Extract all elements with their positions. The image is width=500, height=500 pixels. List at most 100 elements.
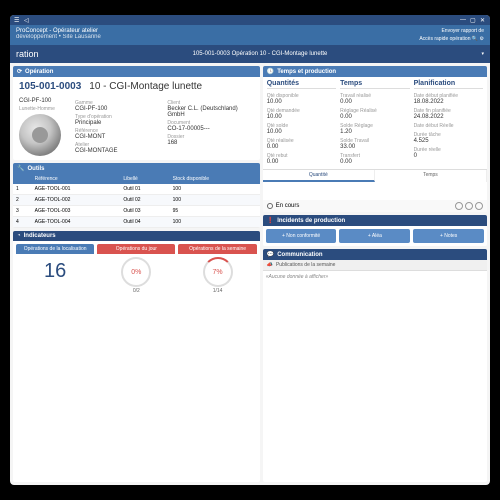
indicators-panel-title: Indicateurs (24, 233, 56, 239)
status-dot-icon (267, 203, 273, 209)
comm-panel: 💬Communication 📣Publications de la semai… (263, 249, 487, 482)
qp-row: Date début planifiée18.08.2022 (414, 91, 483, 105)
app-header: ProConcept - Opérateur atelier développe… (10, 25, 490, 45)
qp-row: Travail réalisé0.00 (340, 91, 409, 105)
ind-week-gauge: 7% (203, 257, 233, 287)
breadcrumb: 105-001-0003 Opération 10 - CGI-Montage … (193, 51, 328, 57)
incidents-title: Incidents de production (277, 218, 345, 224)
col-lib[interactable]: Libellé (120, 174, 169, 184)
table-row[interactable]: 4AGE-TOOL-004Outil 04100 (13, 217, 260, 228)
tab-time[interactable]: Temps (375, 170, 487, 182)
status-text: En cours (276, 203, 300, 209)
tools-panel-title: Outils (27, 166, 44, 172)
qp-row: Solde Réglage1.20 (340, 121, 409, 135)
ind-week-sub: 1/14 (178, 288, 256, 296)
page-titlebar: ration 105-001-0003 Opération 10 - CGI-M… (10, 45, 490, 63)
app-context: développement • Site Lausanne (16, 34, 101, 40)
tab-qty[interactable]: Quantité (263, 170, 375, 182)
notes-label: Notes (444, 233, 457, 239)
dossier-value: 168 (167, 140, 253, 146)
plan-header: Planification (414, 80, 483, 89)
qp-row: Qté réalisée0.00 (267, 136, 336, 150)
settings-icon[interactable]: ⚙ (480, 36, 484, 42)
doc-value: CO-17-00005--- (167, 126, 253, 132)
col-ref[interactable]: Référence (32, 174, 121, 184)
comm-empty: «Aucune donnée à afficher» (263, 271, 487, 283)
status-row: En cours (263, 200, 487, 212)
qp-row: Date fin planifiée24.08.2022 (414, 106, 483, 120)
timer1-icon[interactable] (455, 202, 463, 210)
qp-row: Transfert0.00 (340, 151, 409, 165)
ind-card-week: Opérations de la semaine 7% 1/14 (178, 244, 256, 296)
operation-panel: ⟳Opération 105-001-0003 10 - CGI-Montage… (13, 66, 260, 160)
qp-tabs: Quantité Temps (263, 169, 487, 182)
product-name: Lunette-Homme (19, 106, 69, 112)
type-value: Principale (75, 120, 161, 126)
ind-week-pct: 7% (213, 269, 223, 276)
alea-button[interactable]: + Aléa (339, 229, 410, 243)
table-row[interactable]: 2AGE-TOOL-002Outil 02100 (13, 195, 260, 206)
indicators-panel: ◔Indicateurs Opérations de la localisati… (13, 231, 260, 482)
col-stock[interactable]: Stock disponible (170, 174, 260, 184)
send-report-link[interactable]: Envoyer rapport de (419, 28, 484, 34)
qp-row: Durée réelle0 (414, 145, 483, 159)
menu-icon[interactable]: ☰ (14, 17, 20, 23)
client-value: Becker C.L. (Deutschland) GmbH (167, 106, 253, 118)
main-content: ⟳Opération 105-001-0003 10 - CGI-Montage… (10, 63, 490, 485)
tools-table: Référence Libellé Stock disponible 1AGE-… (13, 174, 260, 228)
tools-panel: 🔧Outils Référence Libellé Stock disponib… (13, 163, 260, 228)
window-max-icon[interactable]: ▢ (470, 17, 476, 23)
window-titlebar: ☰ ◁ — ▢ ✕ (10, 15, 490, 25)
ind-week-title: Opérations de la semaine (178, 244, 256, 254)
comm-title: Communication (277, 252, 322, 258)
qp-row: Qté demandée10.00 (267, 106, 336, 120)
ref-value: CGI-MONT (75, 134, 161, 140)
alert-icon: ❗ (267, 217, 274, 224)
qty-header: Quantités (267, 80, 336, 89)
back-icon[interactable]: ◁ (24, 17, 30, 23)
alea-label: Aléa (372, 233, 382, 239)
qp-row: Qté rebut0.00 (267, 151, 336, 165)
chevron-down-icon[interactable]: ▾ (481, 51, 484, 57)
operation-number: 105-001-0003 (19, 81, 81, 92)
page-title: ration (16, 49, 39, 59)
nonconf-label: Non conformité (286, 233, 320, 239)
ind-card-loc: Opérations de la localisation 16 (16, 244, 94, 296)
app-frame: ☰ ◁ — ▢ ✕ ProConcept - Opérateur atelier… (10, 15, 490, 485)
qp-row: Durée tâche4.525 (414, 130, 483, 144)
nonconf-button[interactable]: + Non conformité (266, 229, 337, 243)
time-prod-panel: 🕓Temps et production Quantités Qté dispon… (263, 66, 487, 212)
qp-row: Qté disponible10.00 (267, 91, 336, 105)
time-prod-title: Temps et production (277, 69, 336, 75)
ind-card-day: Opérations du jour 0% 0/2 (97, 244, 175, 296)
search-icon[interactable]: 🔍 (472, 36, 478, 42)
ind-day-pct: 0% (131, 269, 141, 276)
window-close-icon[interactable]: ✕ (480, 17, 486, 23)
part-image (19, 114, 61, 156)
ind-day-title: Opérations du jour (97, 244, 175, 254)
chat-icon: 💬 (267, 251, 274, 258)
clock-icon: 🕓 (267, 68, 274, 75)
refresh-icon[interactable]: ⟳ (17, 68, 22, 75)
ind-day-sub: 0/2 (97, 288, 175, 296)
ind-day-gauge: 0% (121, 257, 151, 287)
qp-row: Solde Travail33.00 (340, 136, 409, 150)
timer2-icon[interactable] (465, 202, 473, 210)
notes-button[interactable]: + Notes (413, 229, 484, 243)
quick-access-label: Accès rapide opération (419, 36, 470, 42)
operation-name: 10 - CGI-Montage lunette (89, 81, 202, 92)
comm-subtitle: Publications de la semaine (276, 262, 335, 268)
timer3-icon[interactable] (475, 202, 483, 210)
window-min-icon[interactable]: — (460, 17, 466, 23)
ind-loc-title: Opérations de la localisation (16, 244, 94, 254)
operation-panel-title: Opération (25, 69, 53, 75)
gauge-icon: ◔ (17, 233, 21, 239)
table-row[interactable]: 1AGE-TOOL-001Outil 01100 (13, 184, 260, 195)
atelier-value: CGI-MONTAGE (75, 148, 161, 154)
incidents-panel: ❗Incidents de production + Non conformit… (263, 215, 487, 246)
col-n[interactable] (13, 174, 32, 184)
product-code: CGI-PF-100 (19, 98, 69, 104)
time-header: Temps (340, 80, 409, 89)
table-row[interactable]: 3AGE-TOOL-003Outil 0395 (13, 206, 260, 217)
qp-row: Réglage Réalisé0.00 (340, 106, 409, 120)
